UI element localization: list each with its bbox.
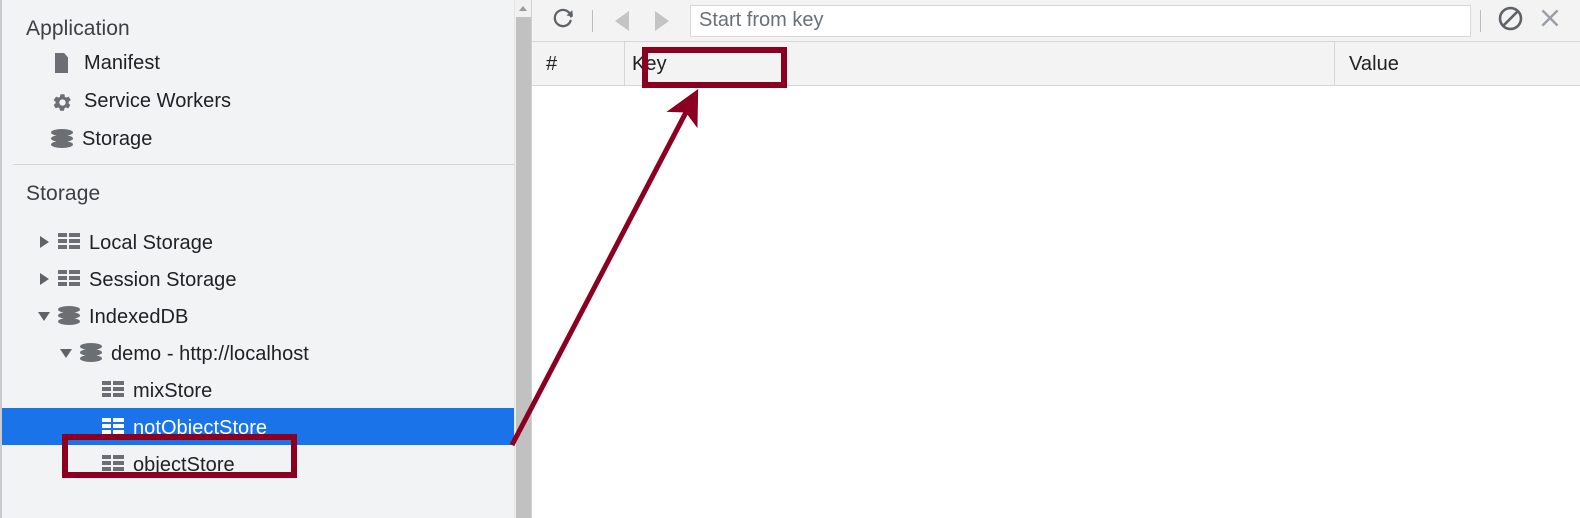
chevron-down-icon[interactable]	[60, 346, 73, 359]
application-section-title: Application	[26, 17, 130, 40]
refresh-button[interactable]	[543, 1, 583, 41]
scroll-up-arrow-icon[interactable]	[515, 0, 531, 17]
column-header-value[interactable]: Value	[1334, 41, 1580, 86]
toolbar-separator	[1480, 9, 1481, 32]
tree-item-label: notObjectStore	[133, 416, 268, 439]
column-header-key[interactable]: Key	[624, 41, 1334, 86]
sidebar-item-mixstore[interactable]: mixStore	[2, 371, 531, 408]
database-icon	[80, 342, 102, 364]
storage-section-title: Storage	[26, 182, 101, 205]
sidebar-item-notobjectstore[interactable]: notObjectStore	[2, 408, 531, 445]
chevron-right-icon[interactable]	[38, 235, 51, 248]
sidebar-item-label: Manifest	[84, 51, 160, 74]
sidebar-item-local-storage[interactable]: Local Storage	[2, 223, 531, 260]
play-forward-icon	[655, 11, 669, 31]
close-button[interactable]	[1530, 1, 1570, 41]
page-icon	[51, 52, 73, 74]
sidebar-scrollbar[interactable]	[514, 0, 531, 518]
tree-item-label: Local Storage	[89, 231, 214, 254]
clear-object-store-button[interactable]	[1490, 1, 1530, 41]
next-page-button[interactable]	[642, 1, 682, 41]
grid-icon	[102, 418, 124, 435]
sidebar-item-label: Storage	[82, 127, 153, 150]
sidebar-item-service-workers[interactable]: Service Workers	[2, 82, 531, 120]
refresh-icon	[550, 5, 576, 36]
main-pane: # Key Value	[531, 0, 1580, 518]
toolbar-right-group	[1471, 1, 1580, 41]
sidebar-item-session-storage[interactable]: Session Storage	[2, 260, 531, 297]
play-back-icon	[615, 11, 629, 31]
close-x-icon	[1537, 5, 1563, 36]
data-grid-body	[532, 86, 1580, 517]
database-icon	[58, 305, 80, 327]
scrollbar-thumb[interactable]	[516, 17, 531, 518]
column-header-index[interactable]: #	[532, 42, 624, 86]
data-grid-header: # Key Value	[532, 41, 1580, 86]
sidebar-item-label: Service Workers	[84, 89, 232, 112]
database-icon	[51, 128, 73, 150]
sidebar-item-database-demo[interactable]: demo - http://localhost	[2, 334, 531, 371]
sidebar-item-storage[interactable]: Storage	[2, 120, 531, 158]
tree-item-label: mixStore	[133, 379, 213, 402]
start-from-key-input[interactable]	[690, 4, 1471, 37]
chevron-right-icon[interactable]	[38, 272, 51, 285]
grid-icon	[102, 455, 124, 472]
sidebar: Application Manifest Service Workers Sto…	[0, 0, 531, 518]
grid-icon	[58, 270, 80, 287]
chevron-down-icon[interactable]	[38, 309, 51, 322]
sidebar-item-objectstore[interactable]: objectStore	[2, 445, 531, 482]
gear-icon	[51, 90, 73, 112]
devtools-application-panel: Application Manifest Service Workers Sto…	[0, 0, 1580, 518]
sidebar-item-indexeddb[interactable]: IndexedDB	[2, 297, 531, 334]
previous-page-button[interactable]	[602, 1, 642, 41]
application-section: Application Manifest Service Workers Sto…	[2, 0, 531, 158]
toolbar-separator	[592, 9, 593, 32]
tree-item-label: Session Storage	[89, 268, 237, 291]
sidebar-item-manifest[interactable]: Manifest	[2, 44, 531, 82]
grid-icon	[102, 381, 124, 398]
idb-toolbar	[532, 0, 1580, 42]
tree-item-label: demo - http://localhost	[111, 342, 309, 365]
tree-item-label: objectStore	[133, 453, 235, 476]
storage-section: Storage Local Storage Session Storage In…	[2, 165, 531, 482]
grid-icon	[58, 233, 80, 250]
no-entry-clear-icon	[1497, 5, 1524, 37]
tree-item-label: IndexedDB	[89, 305, 189, 328]
